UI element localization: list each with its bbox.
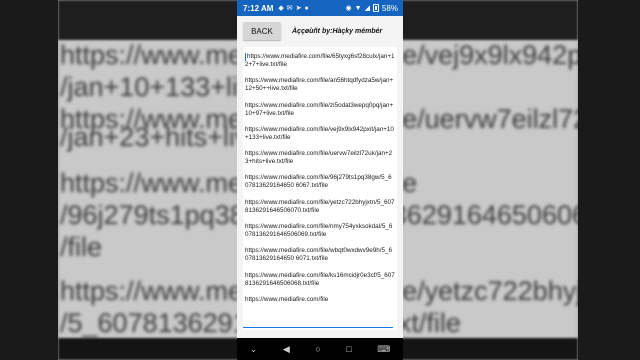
link-url: https://www.mediafire.com/file/vej9x9lx9… xyxy=(245,125,394,141)
status-bar: 7:12 AM ◆ ✉ ➤ ● ◉ ▼ ◢ 58% xyxy=(237,0,403,16)
shield-icon: ◆ xyxy=(278,4,284,12)
link-url: https://www.mediafire.com/file/wbqt0wxdw… xyxy=(245,247,392,263)
link-url: https://www.mediafire.com/file/96j279ts1… xyxy=(245,174,392,190)
link-url: https://www.mediafire.com/file/ks16mcidj… xyxy=(245,271,395,287)
eye-icon: ◉ xyxy=(345,4,352,12)
text-cursor xyxy=(245,53,246,61)
link-url: https://www.mediafire.com/file/an56htqdf… xyxy=(245,77,394,93)
link-text: https://www.mediafire.com/file/vej9x9lx9… xyxy=(245,126,395,142)
keyboard-icon[interactable]: ⌨ xyxy=(377,344,390,354)
link-url: https://www.mediafire.com/file/nmy754yxk… xyxy=(245,223,393,239)
link-url: https://www.mediafire.com/file/uervw7eil… xyxy=(245,150,393,166)
app-header: BACK Àççøùñt by:Hàçky mémbér xyxy=(237,16,403,46)
text-area-focus-underline xyxy=(243,327,393,328)
links-text-area[interactable]: https://www.mediafire.com/file/65tyxg6sf… xyxy=(243,47,397,330)
link-text: https://www.mediafire.com/file/zi5odat3w… xyxy=(245,102,395,118)
link-url: https://www.mediafire.com/file/yetzc722b… xyxy=(245,198,395,214)
battery-percent: 58% xyxy=(381,3,398,13)
link-text: https://www.mediafire.com/file/65tyxg6sf… xyxy=(245,53,395,69)
background-edge-left xyxy=(0,0,58,360)
recents-square-icon[interactable]: □ xyxy=(346,344,351,354)
link-url: https://www.mediafire.com/file/65tyxg6sf… xyxy=(245,53,395,68)
battery-icon xyxy=(372,4,379,12)
link-text: https://www.mediafire.com/file/wbqt0wxdw… xyxy=(245,247,395,263)
telegram-icon: ➤ xyxy=(295,4,302,12)
link-text: https://www.mediafire.com/file/96j279ts1… xyxy=(245,174,395,190)
links-list: https://www.mediafire.com/file/65tyxg6sf… xyxy=(243,47,397,304)
link-text: https://www.mediafire.com/file/uervw7eil… xyxy=(245,150,395,166)
link-text: https://www.mediafire.com/file/an56htqdf… xyxy=(245,77,395,93)
back-triangle-icon[interactable]: ◀ xyxy=(283,344,290,354)
mail-icon: ✉ xyxy=(286,4,293,12)
link-text: https://www.mediafire.com/file/yetzc722b… xyxy=(245,199,395,215)
link-text: https://www.mediafire.com/file/ks16mcidj… xyxy=(245,272,395,288)
background-text-line: /file xyxy=(60,232,103,262)
navigation-bar: ⌄ ◀ ○ □ ⌨ xyxy=(237,338,403,360)
signal-icon: ◢ xyxy=(364,4,370,12)
link-url: https://www.mediafire.com/file/zi5odat3w… xyxy=(245,101,394,117)
home-circle-icon[interactable]: ○ xyxy=(315,344,320,354)
link-url: https://www.mediafire.com/file xyxy=(245,295,329,303)
background-edge-right xyxy=(578,0,640,360)
account-label: Àççøùñt by:Hàçky mémbér xyxy=(292,27,383,35)
back-button[interactable]: BACK xyxy=(243,22,281,40)
chevron-down-icon[interactable]: ⌄ xyxy=(250,344,258,354)
wifi-icon: ▼ xyxy=(354,4,362,12)
status-right: ◉ ▼ ◢ 58% xyxy=(346,4,398,13)
status-time: 7:12 AM xyxy=(243,3,274,13)
map-icon: ● xyxy=(304,4,309,12)
link-text: https://www.mediafire.com/file xyxy=(245,296,395,304)
notification-icons: ◆ ✉ ➤ ● xyxy=(278,5,308,12)
link-text: https://www.mediafire.com/file/nmy754yxk… xyxy=(245,223,395,239)
phone-screen: 7:12 AM ◆ ✉ ➤ ● ◉ ▼ ◢ 58% BACK Àççøùñt b… xyxy=(237,0,403,360)
